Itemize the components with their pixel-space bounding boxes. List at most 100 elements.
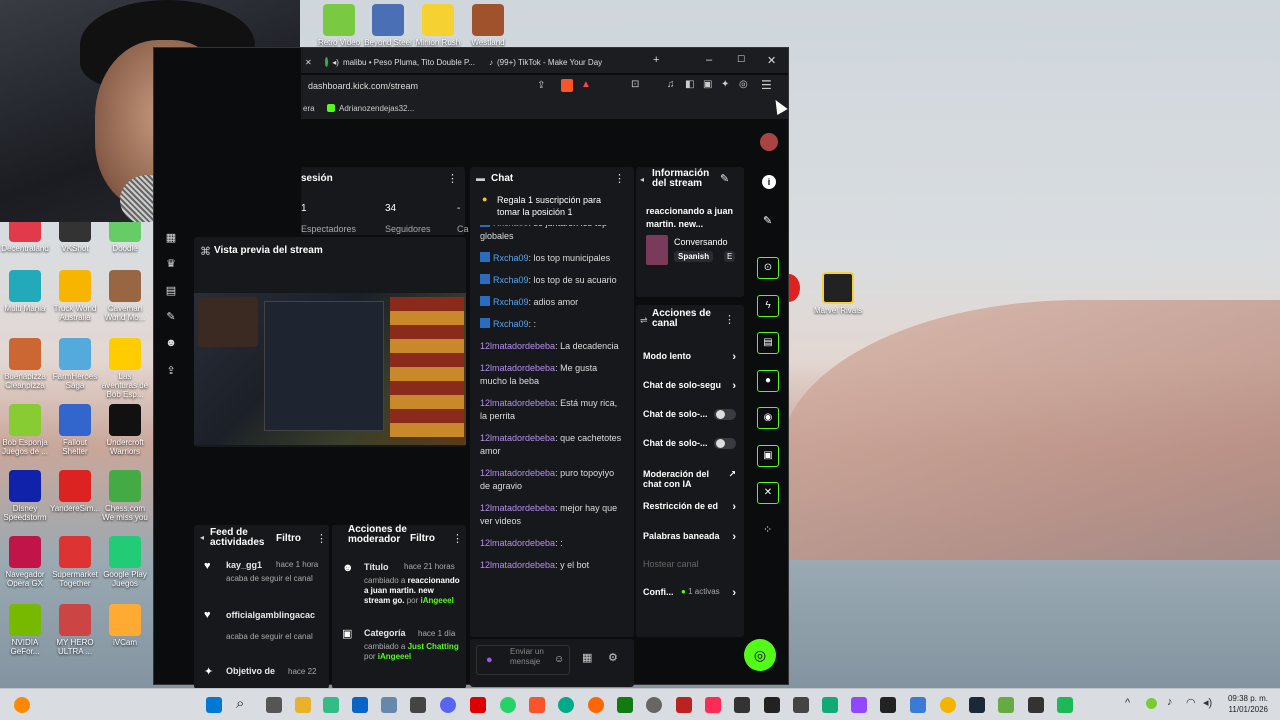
media-icon[interactable]: ♫ — [667, 79, 675, 90]
tray-app-icon[interactable] — [1146, 698, 1157, 709]
trophy-icon[interactable]: ♛ — [164, 257, 178, 271]
rail-broadcast-button[interactable]: ◉ — [757, 407, 779, 429]
users-icon[interactable]: ☻ — [164, 337, 178, 351]
chat-message[interactable]: 12lmatadordebeba: que cachetotes amor — [480, 432, 625, 458]
activity-menu-icon[interactable]: ⋮ — [316, 532, 327, 545]
video-icon[interactable]: ▤ — [164, 284, 178, 298]
app-icon[interactable] — [410, 697, 426, 713]
apps-icon[interactable]: ⁘ — [763, 523, 772, 536]
desktop-icon[interactable]: Fallout Shelter — [50, 404, 100, 456]
gift-icon[interactable]: ▦ — [582, 651, 592, 664]
bookmark-item-adriano[interactable]: Adrianozendejas32... — [339, 104, 414, 113]
minimize-button[interactable]: – — [706, 54, 712, 66]
rail-notes-button[interactable]: ▤ — [757, 332, 779, 354]
app-icon[interactable] — [764, 697, 780, 713]
chat-message[interactable]: 12lmatadordebeba: y el bot — [480, 559, 625, 572]
channel-action-row[interactable]: Palabras baneada › — [643, 531, 744, 543]
new-tab-button[interactable]: + — [653, 54, 659, 66]
settings-icon[interactable]: ⚙ — [608, 651, 618, 664]
activity-filter-button[interactable]: Filtro — [276, 533, 301, 544]
chat-username[interactable]: Rxcha09 — [493, 253, 529, 263]
edit-info-icon[interactable]: ✎ — [720, 172, 729, 185]
brave-shield-icon[interactable] — [561, 79, 573, 92]
channel-action-row[interactable]: Chat de solo-... — [643, 438, 744, 449]
rail-camera-button[interactable]: ⊙ — [757, 257, 779, 279]
chat-username[interactable]: 12lmatadordebeba — [480, 398, 555, 408]
chat-input[interactable]: ● Enviar un mensaje ☺ — [476, 645, 570, 675]
chat-message[interactable]: 12lmatadordebeba: mejor hay que ver vide… — [480, 502, 625, 528]
desktop-icon[interactable]: iVCam — [100, 604, 150, 647]
discord-icon[interactable] — [440, 697, 456, 713]
app-icon[interactable] — [381, 697, 397, 713]
desktop-icon[interactable]: Google Play Juegos — [100, 536, 150, 588]
sidebar-icon[interactable]: ◧ — [685, 79, 694, 90]
desktop-icon[interactable]: Las aventuras de Bob Esp... — [100, 338, 150, 399]
desktop-icon[interactable]: MY HERO ULTRA ... — [50, 604, 100, 656]
channel-action-row[interactable]: Chat de solo-... — [643, 409, 744, 420]
clock-date[interactable]: 11/01/2026 — [1224, 705, 1268, 714]
chat-menu-icon[interactable]: ⋮ — [614, 172, 625, 185]
chat-username[interactable]: Rxcha09 — [493, 319, 529, 329]
desktop-icon[interactable]: Undercroft Warriors — [100, 404, 150, 456]
analytics-icon[interactable]: ▦ — [164, 231, 178, 245]
chat-message[interactable]: 12lmatadordebeba: Está muy rica, la perr… — [480, 397, 625, 423]
avatar[interactable] — [760, 133, 778, 151]
channel-actions-menu-icon[interactable]: ⋮ — [724, 313, 735, 326]
share-icon[interactable]: ⇪ — [537, 80, 545, 91]
steam-icon[interactable] — [969, 697, 985, 713]
brave-icon[interactable] — [529, 697, 545, 713]
start-icon[interactable] — [206, 697, 222, 713]
chatgpt-icon[interactable] — [646, 697, 662, 713]
leo-icon[interactable]: ✦ — [721, 79, 729, 90]
desktop-icon[interactable]: Multi Mania — [0, 270, 50, 313]
tab-tiktok[interactable]: ♪ (99+) TikTok - Make Your Day — [489, 53, 629, 71]
clock-time[interactable]: 09:38 p. m. — [1224, 694, 1268, 703]
url-text[interactable]: dashboard.kick.com/stream — [308, 81, 418, 91]
app-icon[interactable] — [588, 697, 604, 713]
chat-message[interactable]: Rxcha09: los top de su acuario — [480, 274, 625, 287]
chat-username[interactable]: 12lmatadordebeba — [480, 560, 555, 570]
support-button[interactable]: ◎ — [744, 639, 776, 671]
toggle-switch[interactable] — [714, 438, 736, 449]
volume-icon[interactable]: ◂) — [1203, 696, 1212, 709]
task-view-icon[interactable] — [266, 697, 282, 713]
app-icon[interactable] — [822, 697, 838, 713]
mic-tray-icon[interactable]: ♪ — [1167, 696, 1173, 708]
desktop-icon[interactable]: Minion Rush — [410, 4, 466, 47]
info-icon[interactable]: i — [762, 175, 776, 189]
menu-icon[interactable]: ☰ — [761, 78, 772, 92]
desktop-icon[interactable]: NVIDIA GeFor... — [0, 604, 50, 656]
app-icon[interactable] — [910, 697, 926, 713]
chat-username[interactable]: 12lmatadordebeba — [480, 363, 555, 373]
file-explorer-icon[interactable] — [295, 697, 311, 713]
twitch-icon[interactable] — [851, 697, 867, 713]
app-icon[interactable] — [1057, 697, 1073, 713]
desktop-icon[interactable]: Supermarket Together — [50, 536, 100, 588]
search-icon[interactable]: ⌕ — [236, 695, 244, 712]
chat-message[interactable]: Rxcha09: : — [480, 318, 625, 331]
obs-icon[interactable] — [793, 697, 809, 713]
pinned-message[interactable]: ● Regala 1 suscripción para tomar la pos… — [470, 189, 634, 225]
chat-message[interactable]: 12lmatadordebeba: Me gusta mucho la beba — [480, 362, 625, 388]
desktop-icon[interactable]: Caveman World Mo... — [100, 270, 150, 322]
bookmark-item[interactable]: era — [303, 104, 315, 113]
mod-menu-icon[interactable]: ⋮ — [452, 532, 463, 545]
toggle-switch[interactable] — [714, 409, 736, 420]
wallet-icon[interactable]: ▣ — [703, 79, 712, 90]
edge-icon[interactable] — [558, 697, 574, 713]
rail-layout-button[interactable]: ▣ — [757, 445, 779, 467]
vpn-icon[interactable]: ◎ — [739, 79, 748, 90]
chat-message[interactable]: Rxcha09: adios amor — [480, 296, 625, 309]
desktop-icon[interactable]: YandereSim... — [50, 470, 100, 513]
desktop-icon[interactable]: Truck World Australia — [50, 270, 100, 322]
session-menu-icon[interactable]: ⋮ — [447, 172, 458, 185]
chat-message[interactable]: Rxcha09: los top municipales — [480, 252, 625, 265]
tab-spotify[interactable]: ◂) malibu • Peso Pluma, Tito Double P... — [325, 53, 475, 71]
desktop-icon[interactable]: Westland — [460, 4, 516, 47]
rail-chat-button[interactable]: ● — [757, 370, 779, 392]
mic-icon[interactable]: ● — [486, 654, 493, 666]
desktop-icon[interactable]: Beyond Steel — [360, 4, 416, 47]
address-bar[interactable]: dashboard.kick.com/stream ⇪ ▲ ⊡ ♫ ◧ ▣ ✦ … — [301, 75, 788, 99]
rail-flash-button[interactable]: ϟ — [757, 295, 779, 317]
close-window-button[interactable]: ✕ — [767, 54, 776, 67]
